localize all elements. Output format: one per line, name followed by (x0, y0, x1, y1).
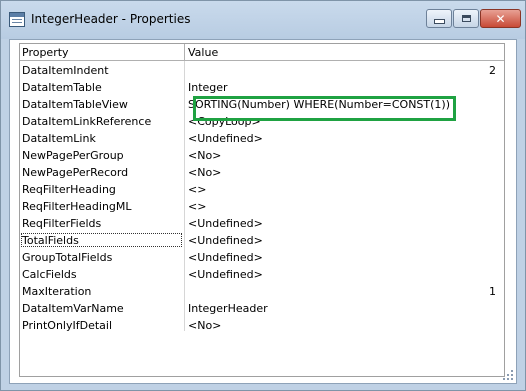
property-name: DataItemLinkReference (22, 115, 152, 128)
property-row[interactable]: CalcFields <Undefined> (20, 266, 504, 283)
property-name: PrintOnlyIfDetail (22, 319, 113, 332)
title-bar[interactable]: IntegerHeader - Properties ✕ (1, 1, 525, 39)
property-name: NewPagePerRecord (22, 166, 129, 179)
property-row[interactable]: TotalFields <Undefined> (20, 232, 504, 249)
property-value[interactable]: <Undefined> (188, 217, 263, 230)
property-name: ReqFilterHeadingML (22, 200, 132, 213)
property-value[interactable]: 2 (489, 64, 496, 77)
property-value[interactable]: IntegerHeader (188, 302, 268, 315)
highlight-box (193, 96, 456, 121)
property-name: DataItemLink (22, 132, 96, 145)
property-name: TotalFields (22, 234, 79, 247)
property-value[interactable]: Integer (188, 81, 228, 94)
property-row[interactable]: GroupTotalFields <Undefined> (20, 249, 504, 266)
property-value[interactable]: <Undefined> (188, 234, 263, 247)
property-value[interactable]: <> (188, 183, 206, 196)
properties-grid: Property Value DataItemIndent 2 DataItemTa… (19, 43, 505, 377)
grid-header: Property Value (20, 44, 504, 61)
property-value[interactable]: <No> (188, 319, 221, 332)
maximize-button[interactable] (453, 9, 479, 28)
property-value[interactable]: <No> (188, 149, 221, 162)
property-value[interactable]: <Undefined> (188, 251, 263, 264)
property-name: GroupTotalFields (22, 251, 113, 264)
column-header-property[interactable]: Property (22, 46, 69, 59)
property-row[interactable]: DataItemTable Integer (20, 79, 504, 96)
property-row[interactable]: DataItemLink <Undefined> (20, 130, 504, 147)
property-name: ReqFilterFields (22, 217, 102, 230)
property-row[interactable]: PrintOnlyIfDetail <No> (20, 317, 504, 334)
property-name: DataItemTableView (22, 98, 128, 111)
minimize-button[interactable] (426, 9, 452, 28)
property-value[interactable]: 1 (489, 285, 496, 298)
property-value[interactable]: <No> (188, 166, 221, 179)
property-value[interactable]: <Undefined> (188, 268, 263, 281)
property-row[interactable]: DataItemVarName IntegerHeader (20, 300, 504, 317)
property-row[interactable]: NewPagePerRecord <No> (20, 164, 504, 181)
property-name: DataItemIndent (22, 64, 109, 77)
properties-window: IntegerHeader - Properties ✕ Property Va… (0, 0, 526, 391)
minimize-icon (433, 19, 445, 24)
property-row[interactable]: ReqFilterHeadingML <> (20, 198, 504, 215)
property-row[interactable]: NewPagePerGroup <No> (20, 147, 504, 164)
property-row[interactable]: ReqFilterFields <Undefined> (20, 215, 504, 232)
close-button[interactable]: ✕ (480, 9, 521, 28)
property-value[interactable]: <Undefined> (188, 132, 263, 145)
property-value[interactable]: <> (188, 200, 206, 213)
property-name: MaxIteration (22, 285, 92, 298)
maximize-icon (461, 15, 471, 22)
window-client-area: Property Value DataItemIndent 2 DataItemTa… (9, 39, 517, 384)
property-name: DataItemTable (22, 81, 102, 94)
resize-grip[interactable] (501, 368, 513, 380)
column-header-value[interactable]: Value (188, 46, 218, 59)
property-name: ReqFilterHeading (22, 183, 116, 196)
window-title: IntegerHeader - Properties (31, 12, 191, 26)
property-row[interactable]: DataItemIndent 2 (20, 62, 504, 79)
property-row[interactable]: ReqFilterHeading <> (20, 181, 504, 198)
property-name: NewPagePerGroup (22, 149, 124, 162)
property-name: DataItemVarName (22, 302, 124, 315)
property-name: CalcFields (22, 268, 77, 281)
close-icon: ✕ (495, 11, 506, 26)
property-row[interactable]: MaxIteration 1 (20, 283, 504, 300)
table-properties-icon (9, 12, 25, 27)
